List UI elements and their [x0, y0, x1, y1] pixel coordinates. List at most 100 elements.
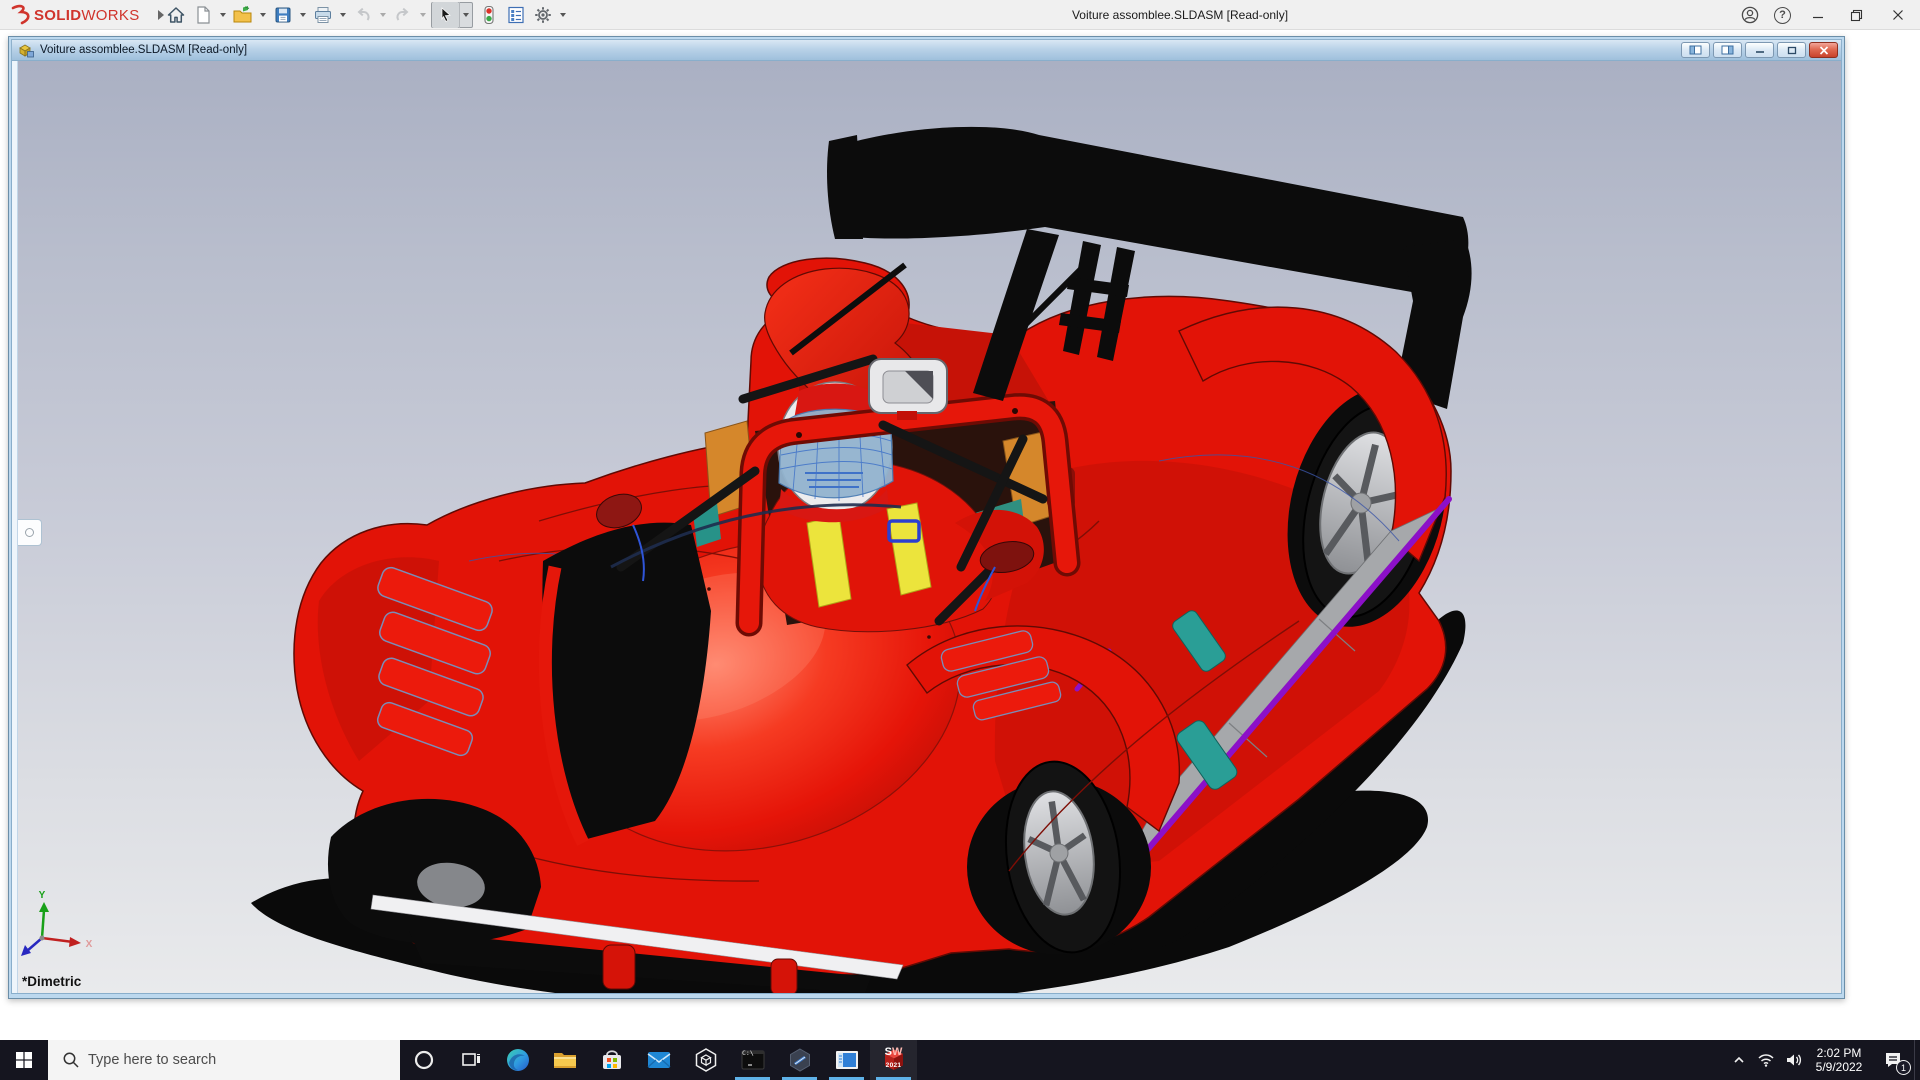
solidworks-logo: SOLIDWORKS [8, 0, 164, 30]
new-document-icon [193, 5, 213, 25]
taskbar-app-edge[interactable] [494, 1040, 541, 1080]
document-title: Voiture assomblee.SLDASM [Read-only] [40, 44, 1681, 56]
print-icon [313, 5, 333, 25]
new-dropdown[interactable] [216, 2, 229, 28]
quick-access-toolbar [162, 0, 569, 30]
system-tray: 2:02 PM 5/9/2022 1 [1726, 1040, 1920, 1080]
cortana-button[interactable] [400, 1040, 447, 1080]
hexagon-app-icon [787, 1047, 813, 1073]
redo-button[interactable] [389, 2, 416, 28]
new-document-button[interactable] [189, 2, 216, 28]
select-tool-button[interactable] [432, 2, 459, 28]
minimize-button[interactable] [1799, 0, 1837, 30]
pane-left-button[interactable] [1681, 42, 1710, 58]
tray-time: 2:02 PM [1817, 1046, 1862, 1060]
taskbar-app-solidworks[interactable]: SW 2021 [870, 1040, 917, 1080]
task-view-button[interactable] [447, 1040, 494, 1080]
open-dropdown[interactable] [256, 2, 269, 28]
model-view: Y X [12, 61, 1842, 994]
action-center-button[interactable]: 1 [1872, 1040, 1914, 1080]
file-properties-icon [506, 5, 526, 25]
brand-works: WORKS [81, 7, 139, 24]
open-button[interactable] [229, 2, 256, 28]
rebuild-traffic-light-icon [480, 5, 498, 25]
pane-right-button[interactable] [1713, 42, 1742, 58]
pane-left-icon [1689, 45, 1702, 55]
file-explorer-icon [552, 1047, 578, 1073]
tray-network-button[interactable] [1752, 1040, 1780, 1080]
app-titlebar: SOLIDWORKS [0, 0, 1920, 30]
help-button[interactable]: ? [1766, 0, 1799, 30]
taskbar-app-file-explorer[interactable] [541, 1040, 588, 1080]
doc-restore-icon [1787, 46, 1797, 55]
feature-tree-flyout-tab[interactable] [18, 519, 42, 546]
taskbar-app-store[interactable] [588, 1040, 635, 1080]
app-window-controls: ? [1733, 0, 1920, 30]
document-window: Voiture assomblee.SLDASM [Read-only] [8, 36, 1845, 999]
account-button[interactable] [1733, 0, 1766, 30]
restore-button[interactable] [1837, 0, 1875, 30]
search-icon [62, 1051, 80, 1069]
taskbar-app-3d-viewer[interactable] [682, 1040, 729, 1080]
triad-x-label: X [86, 939, 93, 950]
race-car-model [251, 127, 1472, 994]
options-dropdown[interactable] [556, 2, 569, 28]
redo-icon [393, 5, 413, 25]
wifi-icon [1757, 1052, 1775, 1068]
doc-close-button[interactable] [1809, 42, 1838, 58]
tray-clock[interactable]: 2:02 PM 5/9/2022 [1808, 1040, 1872, 1080]
triad-y-label: Y [39, 890, 46, 901]
restore-icon [1850, 9, 1863, 22]
notification-badge: 1 [1896, 1060, 1911, 1075]
tray-chevron-button[interactable] [1726, 1040, 1752, 1080]
tray-volume-button[interactable] [1780, 1040, 1808, 1080]
store-icon [599, 1047, 625, 1073]
task-view-icon [460, 1049, 482, 1071]
view-orientation-label: *Dimetric [22, 974, 81, 989]
start-button[interactable] [0, 1040, 48, 1080]
redo-dropdown[interactable] [416, 2, 429, 28]
close-button[interactable] [1875, 0, 1920, 30]
cortana-icon [413, 1049, 435, 1071]
search-input[interactable] [86, 1051, 366, 1069]
print-dropdown[interactable] [336, 2, 349, 28]
sw-letters: SW [870, 1047, 917, 1058]
taskbar-app-mail[interactable] [635, 1040, 682, 1080]
doc-minimize-button[interactable] [1745, 42, 1774, 58]
account-icon [1740, 5, 1760, 25]
flyout-circle-icon [25, 528, 34, 537]
taskbar-search[interactable] [48, 1040, 400, 1080]
home-icon [166, 5, 186, 25]
undo-dropdown[interactable] [376, 2, 389, 28]
home-button[interactable] [162, 2, 189, 28]
pane-right-icon [1721, 45, 1734, 55]
screen: SOLIDWORKS [0, 0, 1920, 1080]
open-folder-icon [232, 5, 253, 25]
graphics-viewport[interactable]: Y X *Dimetric [11, 60, 1842, 994]
doc-minimize-icon [1755, 46, 1765, 54]
print-button[interactable] [309, 2, 336, 28]
select-tool-group [431, 2, 473, 28]
undo-icon [353, 5, 373, 25]
windows-logo-icon [15, 1051, 33, 1069]
taskbar: C:\ SW 2021 2: [0, 1040, 1920, 1080]
save-button[interactable] [269, 2, 296, 28]
3d-viewer-icon [693, 1047, 719, 1073]
taskbar-app-window[interactable] [823, 1040, 870, 1080]
select-dropdown[interactable] [459, 2, 472, 28]
document-titlebar[interactable]: Voiture assomblee.SLDASM [Read-only] [11, 39, 1842, 60]
file-properties-button[interactable] [502, 2, 529, 28]
options-button[interactable] [529, 2, 556, 28]
save-dropdown[interactable] [296, 2, 309, 28]
window-app-icon [834, 1047, 860, 1073]
minimize-icon [1812, 9, 1824, 21]
help-icon: ? [1774, 7, 1791, 24]
rebuild-button[interactable] [475, 2, 502, 28]
taskbar-app-hexagon[interactable] [776, 1040, 823, 1080]
sw-year: 2021 [870, 1062, 917, 1069]
show-desktop-button[interactable] [1914, 1040, 1920, 1080]
taskbar-app-command-prompt[interactable]: C:\ [729, 1040, 776, 1080]
orientation-triad: Y X [21, 890, 93, 956]
doc-restore-button[interactable] [1777, 42, 1806, 58]
undo-button[interactable] [349, 2, 376, 28]
